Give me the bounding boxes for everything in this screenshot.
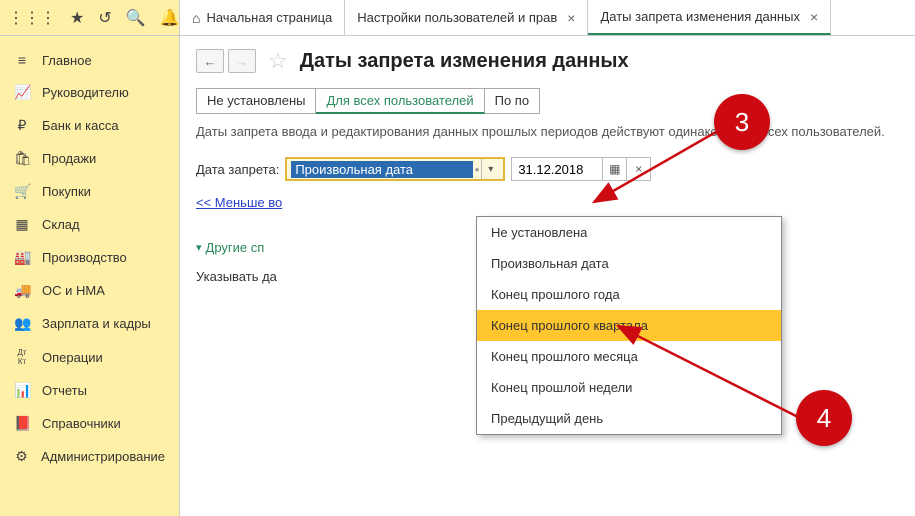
home-icon: ⌂: [192, 10, 200, 26]
sidebar-icon: 📈: [14, 84, 30, 101]
sidebar-label: Операции: [42, 350, 103, 365]
sidebar-item[interactable]: 👥 Зарплата и кадры: [0, 307, 179, 340]
page-title: Даты запрета изменения данных: [300, 50, 629, 73]
dropdown-option[interactable]: Произвольная дата: [477, 248, 781, 279]
combo-value: Произвольная дата: [291, 161, 472, 178]
close-icon[interactable]: ×: [810, 9, 818, 25]
history-icon[interactable]: ↺: [98, 8, 111, 28]
sidebar-icon: ≡: [14, 52, 30, 68]
mode-button[interactable]: Для всех пользователей: [316, 88, 484, 114]
sidebar-icon: 🚚: [14, 282, 30, 299]
tab-label: Начальная страница: [206, 10, 332, 25]
sidebar-icon: 🏭: [14, 249, 30, 266]
top-icon-strip: ⋮⋮⋮ ★ ↺ 🔍 🔔: [0, 0, 180, 35]
star-icon[interactable]: ★: [70, 8, 84, 28]
tabs-bar: ⌂ Начальная страница Настройки пользовател…: [180, 0, 915, 35]
sidebar-icon: 📊: [14, 382, 30, 399]
sidebar-label: Покупки: [42, 184, 91, 199]
content: ← → ☆ Даты запрета изменения данных Не у…: [180, 36, 915, 516]
dropdown-option[interactable]: Предыдущий день: [477, 403, 781, 434]
sidebar: ≡ Главное 📈 Руководителю ₽ Банк и касса 🛍 Прода…: [0, 36, 180, 516]
sidebar-item[interactable]: 🚚 ОС и НМА: [0, 274, 179, 307]
sidebar-item[interactable]: 🏭 Производство: [0, 241, 179, 274]
mode-button[interactable]: По по: [485, 88, 540, 114]
sidebar-item[interactable]: 🛍 Продажи: [0, 142, 179, 175]
sidebar-icon: ⚙: [14, 448, 29, 465]
sidebar-label: Банк и касса: [42, 118, 119, 133]
annotation-badge-3: 3: [714, 94, 770, 150]
search-icon[interactable]: 🔍: [126, 8, 146, 28]
sidebar-icon: 👥: [14, 315, 30, 332]
mode-row: Не установленыДля всех пользователейПо п…: [196, 88, 899, 114]
sidebar-icon: Дт Кт: [14, 348, 30, 366]
close-icon[interactable]: ×: [567, 10, 575, 26]
field-label: Дата запрета:: [196, 162, 279, 177]
field-row: Дата запрета: Произвольная дата • ▾ ▦ ×: [196, 157, 899, 181]
forward-button[interactable]: →: [228, 49, 256, 73]
sidebar-item[interactable]: 📕 Справочники: [0, 407, 179, 440]
sidebar-item[interactable]: ▦ Склад: [0, 208, 179, 241]
date-input[interactable]: [511, 157, 603, 181]
apps-icon[interactable]: ⋮⋮⋮: [8, 8, 56, 28]
sidebar-item[interactable]: ₽ Банк и касса: [0, 109, 179, 142]
sidebar-item[interactable]: ⚙ Администрирование: [0, 440, 179, 473]
dropdown-option[interactable]: Не установлена: [477, 217, 781, 248]
sidebar-icon: 🛍: [14, 150, 30, 167]
dropdown-option[interactable]: Конец прошлого месяца: [477, 341, 781, 372]
sidebar-item[interactable]: ≡ Главное: [0, 44, 179, 76]
sidebar-label: Склад: [42, 217, 80, 232]
date-mode-dropdown: Не установленаПроизвольная датаКонец про…: [476, 216, 782, 435]
tab-label: Даты запрета изменения данных: [600, 9, 799, 24]
tab[interactable]: Даты запрета изменения данных ×: [588, 0, 831, 35]
dropdown-option[interactable]: Конец прошлой недели: [477, 372, 781, 403]
combo-dot-icon: •: [473, 162, 482, 177]
tab[interactable]: Настройки пользователей и прав ×: [345, 0, 588, 35]
back-button[interactable]: ←: [196, 49, 224, 73]
annotation-badge-4: 4: [796, 390, 852, 446]
chevron-down-icon[interactable]: ▾: [481, 159, 499, 179]
sidebar-label: Администрирование: [41, 449, 165, 464]
sidebar-item[interactable]: Дт Кт Операции: [0, 340, 179, 374]
sidebar-icon: ₽: [14, 117, 30, 134]
mode-button[interactable]: Не установлены: [196, 88, 316, 114]
less-options-link[interactable]: << Меньше во: [196, 195, 282, 210]
sidebar-label: Справочники: [42, 416, 121, 431]
sidebar-item[interactable]: 🛒 Покупки: [0, 175, 179, 208]
tab[interactable]: ⌂ Начальная страница: [180, 0, 345, 35]
sidebar-label: Отчеты: [42, 383, 87, 398]
description-text: Даты запрета ввода и редактирования данн…: [196, 124, 899, 139]
sidebar-label: Руководителю: [42, 85, 129, 100]
favorite-icon[interactable]: ☆: [268, 48, 288, 74]
tab-label: Настройки пользователей и прав: [357, 10, 557, 25]
bell-icon[interactable]: 🔔: [160, 8, 180, 28]
clear-date-button[interactable]: ×: [627, 157, 651, 181]
sidebar-icon: 📕: [14, 415, 30, 432]
sidebar-item[interactable]: 📊 Отчеты: [0, 374, 179, 407]
sidebar-label: Продажи: [42, 151, 96, 166]
dropdown-option[interactable]: Конец прошлого квартала: [477, 310, 781, 341]
sidebar-label: Главное: [42, 53, 92, 68]
sidebar-icon: 🛒: [14, 183, 30, 200]
section-label: Другие сп: [206, 240, 265, 255]
nav-row: ← → ☆ Даты запрета изменения данных: [196, 48, 899, 74]
sidebar-label: Зарплата и кадры: [42, 316, 151, 331]
sidebar-label: ОС и НМА: [42, 283, 105, 298]
sidebar-item[interactable]: 📈 Руководителю: [0, 76, 179, 109]
chevron-down-icon: ▾: [196, 241, 202, 254]
date-mode-combo[interactable]: Произвольная дата • ▾: [285, 157, 505, 181]
dropdown-option[interactable]: Конец прошлого года: [477, 279, 781, 310]
sidebar-label: Производство: [42, 250, 127, 265]
date-box: ▦ ×: [511, 157, 651, 181]
calendar-icon[interactable]: ▦: [603, 157, 627, 181]
sidebar-icon: ▦: [14, 216, 30, 233]
